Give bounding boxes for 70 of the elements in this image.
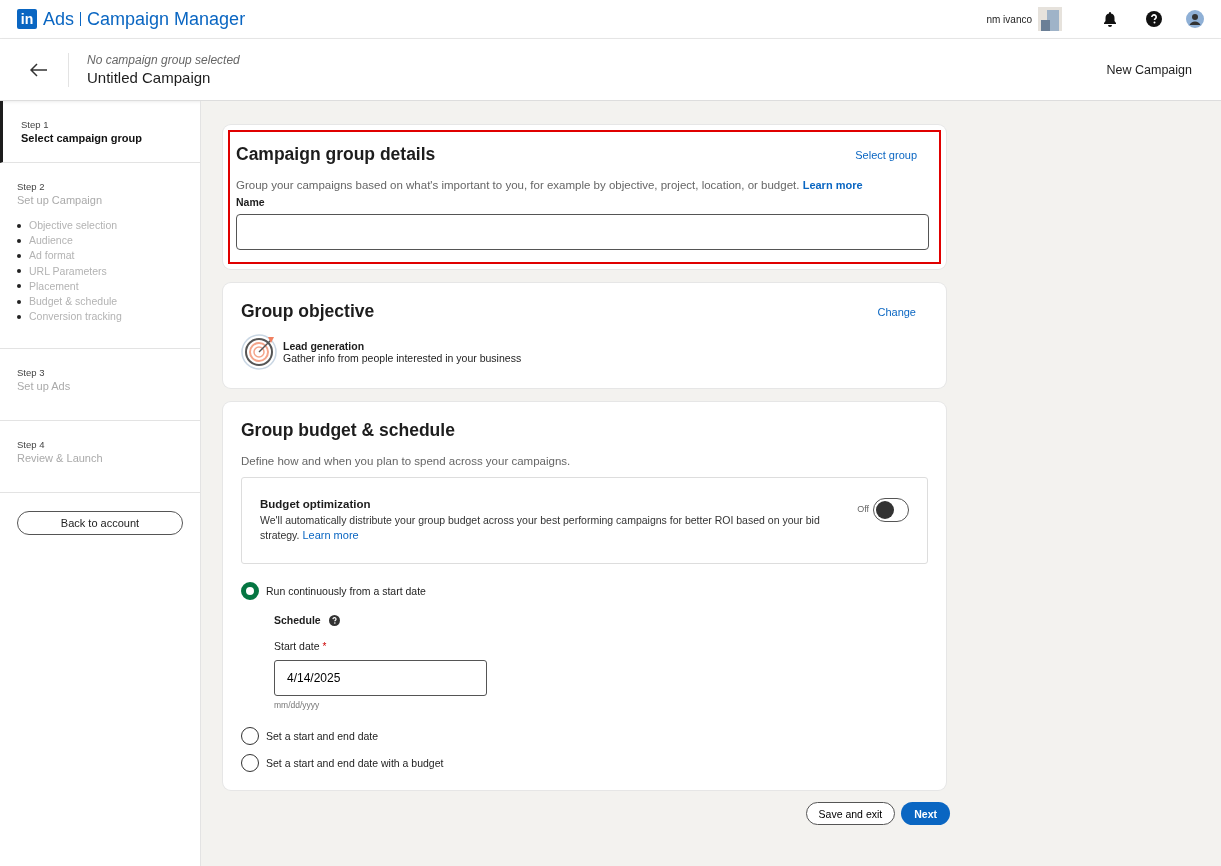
card-title: Group budget & schedule [241,420,456,441]
step-title: Select campaign group [21,132,144,144]
start-date-label: Start date [274,640,320,652]
account-name[interactable]: nm ivanco [986,13,1032,25]
help-icon[interactable] [1146,11,1162,27]
radio-button[interactable] [241,754,259,772]
card-description: Group your campaigns based on what's important to you, for example by objective, project, location, or budget. Learn more [236,179,864,191]
notification-bell-icon[interactable] [1102,11,1118,27]
card-description: Define how and when you plan to spend across your campaigns. [241,455,572,467]
substep-item: Audience [29,233,73,249]
required-mark: * [322,641,327,652]
substep-item: Budget & schedule [29,294,118,309]
bullet-icon [17,238,21,243]
step-title: Set up Ads [17,380,72,393]
objective-name: Lead generation [283,340,366,352]
back-to-account-button[interactable]: Back to account [17,511,183,536]
step-title: Set up Campaign [17,194,103,206]
next-button[interactable]: Next [901,802,950,825]
substep-item: Ad format [29,248,75,264]
step-number: Step 4 [17,439,46,451]
card-title: Group objective [241,301,375,322]
radio-button[interactable] [241,727,259,745]
target-icon [241,334,277,370]
panel-title: Budget optimization [260,498,372,510]
user-avatar[interactable] [1186,10,1204,28]
substep-item: URL Parameters [29,263,107,279]
card-title: Campaign group details [236,144,436,165]
substep-item: Conversion tracking [29,309,122,325]
learn-more-link[interactable]: Learn more [802,179,863,191]
brand-logo: in [17,9,37,29]
start-date-field[interactable]: 4/14/2025 [274,660,487,696]
step-item[interactable]: Step 4 Review & Launch [0,421,200,494]
substep-item: Objective selection [29,218,118,233]
bullet-icon [17,314,21,319]
toggle-switch[interactable] [873,498,909,522]
campaign-group-status: No campaign group selected [87,53,240,67]
bullet-icon [17,284,21,289]
objective-description: Gather info from people interested in your business [283,352,522,364]
name-input-field[interactable] [236,214,929,250]
step-number: Step 1 [21,119,50,130]
step-item[interactable]: Step 2 Set up Campaign Objective selection Audience Ad format URL Parameters Placement Budget & schedule Conversion tracking [0,163,200,350]
save-and-exit-button[interactable]: Save and exit [805,802,896,825]
radio-label: Set a start and end date [266,730,379,742]
change-link[interactable]: Change [877,305,916,318]
date-format-hint: mm/dd/yyyy [274,700,321,710]
learn-more-link[interactable]: Learn more [302,529,359,541]
schedule-label: Schedule [274,614,321,626]
bullet-icon [17,299,21,304]
bullet-icon [17,254,21,258]
back-arrow-icon[interactable] [30,62,48,77]
bullet-icon [17,223,21,228]
step-number: Step 3 [17,367,46,379]
account-logo-icon[interactable] [1038,7,1062,31]
select-group-link[interactable]: Select group [855,148,917,161]
bullet-icon [17,269,21,274]
step-item[interactable]: Step 3 Set up Ads [0,349,200,422]
field-label: Name [236,196,266,208]
panel-description: We'll automatically distribute your group budget across your best performing campaigns for better ROI based on your bid strategy. Learn more [260,513,821,543]
radio-label: Run continuously from a start date [266,585,426,597]
substep-item: Placement [29,278,79,294]
toggle-label: Off [857,504,869,514]
product-name: Ads [43,8,75,30]
help-icon[interactable] [328,614,340,626]
step-title: Review & Launch [17,452,104,465]
step-number: Step 2 [17,181,46,192]
page-mode-label: New Campaign [1106,62,1192,77]
app-name: Campaign Manager [87,8,246,30]
radio-label: Set a start and end date with a budget [266,757,444,769]
campaign-name: Untitled Campaign [87,69,212,86]
radio-button[interactable] [241,582,259,600]
